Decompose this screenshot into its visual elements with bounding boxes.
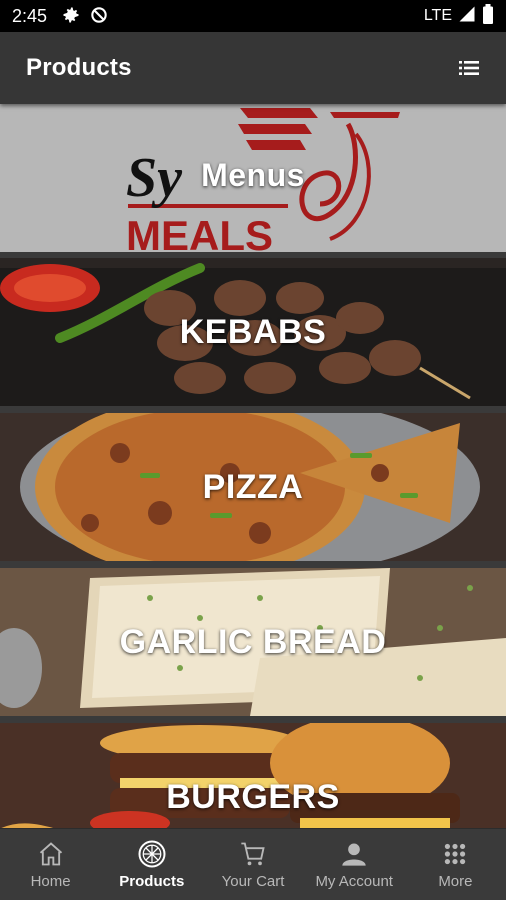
tile-garlic-bread[interactable]: GARLIC BREAD	[0, 568, 506, 716]
list-icon[interactable]	[456, 55, 482, 81]
battery-icon	[482, 3, 494, 29]
network-label: LTE	[423, 7, 452, 24]
tile-pizza[interactable]: PIZZA	[0, 413, 506, 561]
nav-account[interactable]: My Account	[304, 829, 405, 900]
nav-home[interactable]: Home	[0, 829, 101, 900]
product-category-list: Sy MEALS Menus KEBABS PIZZA GARLIC BREAD…	[0, 104, 506, 828]
page-title: Products	[26, 54, 132, 81]
nav-label: More	[438, 873, 473, 890]
no-disturb-icon	[89, 5, 111, 27]
tile-menus[interactable]: Sy MEALS Menus	[0, 104, 506, 252]
bottom-navigation: Home Products Your Cart My Account More	[0, 828, 506, 900]
tile-label: KEBABS	[179, 312, 327, 351]
cart-icon	[238, 839, 268, 869]
tile-label: Menus	[201, 156, 305, 193]
nav-products[interactable]: Products	[101, 829, 202, 900]
tile-label: BURGERS	[166, 777, 340, 816]
svg-text:MEALS: MEALS	[126, 212, 273, 252]
home-icon	[36, 839, 66, 869]
tile-burgers[interactable]: BURGERS	[0, 723, 506, 828]
nav-cart[interactable]: Your Cart	[202, 829, 303, 900]
tile-label: GARLIC BREAD	[119, 622, 387, 661]
signal-icon	[458, 5, 476, 28]
svg-text:Sy: Sy	[126, 147, 183, 209]
account-icon	[339, 839, 369, 869]
app-bar: Products	[0, 32, 506, 104]
status-time: 2:45	[12, 5, 48, 26]
nav-label: Products	[119, 873, 185, 890]
settings-icon	[61, 5, 83, 27]
pizza-icon	[137, 839, 167, 869]
tile-kebabs[interactable]: KEBABS	[0, 258, 506, 406]
nav-label: My Account	[315, 873, 393, 890]
grid-icon	[440, 839, 470, 869]
nav-label: Your Cart	[221, 873, 285, 890]
status-bar: 2:45 LTE	[0, 0, 506, 32]
tile-label: PIZZA	[202, 467, 304, 506]
nav-more[interactable]: More	[405, 829, 506, 900]
nav-label: Home	[30, 873, 71, 890]
